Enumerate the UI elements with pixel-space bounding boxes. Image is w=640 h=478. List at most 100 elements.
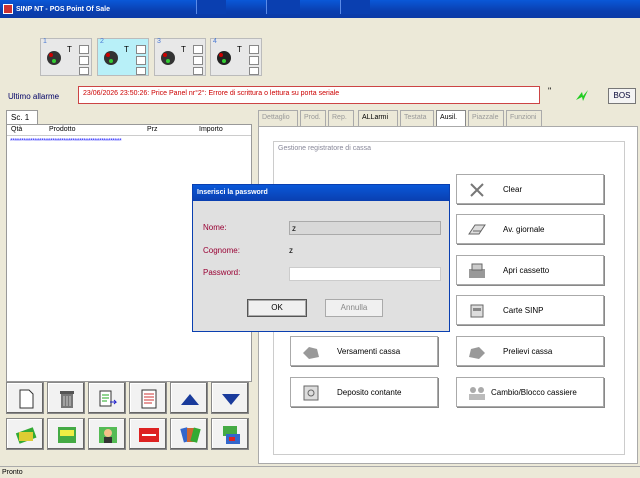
scroll-up-button[interactable] (170, 382, 208, 414)
versamenti-label: Versamenti cassa (337, 347, 401, 356)
cash-drawer-icon (469, 263, 485, 278)
panel-indicator (136, 56, 146, 65)
panel-number: 4 (213, 38, 217, 45)
deposito-label: Deposito contante (337, 388, 402, 397)
journal-icon (468, 224, 486, 235)
close-button[interactable] (340, 0, 370, 14)
av-giornale-label: Av. giornale (503, 225, 545, 234)
arrow-down-icon (222, 394, 240, 405)
tools-button[interactable] (211, 418, 249, 450)
password-input[interactable] (289, 267, 441, 281)
ok-button[interactable]: OK (247, 299, 307, 317)
panel-indicator (249, 56, 259, 65)
apri-cassetto-label: Apri cassetto (503, 266, 550, 275)
prelievi-label: Prelievi cassa (503, 347, 553, 356)
group-label: Gestione registratore di cassa (276, 145, 373, 152)
traffic-light-icon (47, 51, 61, 65)
panel-number: 2 (100, 38, 104, 45)
connection-bolt-icon (576, 90, 588, 101)
receipt-transfer-button[interactable] (88, 382, 126, 414)
tab-prod[interactable]: Prod. (300, 110, 326, 126)
traffic-light-icon (217, 51, 231, 65)
carte-sinp-label: Carte SINP (503, 306, 544, 315)
app-icon (3, 4, 13, 14)
safe-icon (303, 385, 319, 401)
tab-funzioni[interactable]: Funzioni (506, 110, 542, 126)
fuel-sale-button[interactable] (47, 418, 85, 450)
cognome-field: z (289, 246, 293, 255)
tools-icon (223, 426, 240, 444)
cambio-label: Cambio/Blocco cassiere (491, 388, 577, 397)
cancel-button[interactable]: Annulla (325, 299, 383, 317)
col-qty: Qtà (11, 126, 23, 133)
trash-icon (60, 391, 74, 408)
price-panel-4[interactable]: 4 T (210, 38, 262, 76)
main-client-area: 1 T 2 T 3 T 4 T Ultimo allarme 23/06/202… (0, 18, 640, 466)
clear-label: Clear (503, 185, 523, 194)
status-bar: Pronto (0, 466, 640, 478)
cambio-cassiere-button[interactable]: Cambio/Blocco cassiere (456, 377, 604, 407)
col-price: Prz (147, 126, 158, 133)
tab-ausil[interactable]: Ausil. (436, 110, 466, 126)
dialog-title: Inserisci la password (193, 185, 449, 201)
price-panel-1[interactable]: 1 T (40, 38, 92, 76)
traffic-light-icon (161, 51, 175, 65)
apri-cassetto-button[interactable]: Apri cassetto (456, 255, 604, 285)
price-panel-3[interactable]: 3 T (154, 38, 206, 76)
col-product: Prodotto (49, 126, 76, 133)
password-label: Password: (203, 268, 241, 277)
trash-button[interactable] (47, 382, 85, 414)
panel-t-label: T (124, 45, 129, 54)
nome-field: z (289, 221, 441, 235)
panel-t-label: T (237, 45, 242, 54)
panel-indicator (136, 45, 146, 54)
av-giornale-button[interactable]: Av. giornale (456, 214, 604, 244)
deposit-hand-icon (303, 347, 319, 359)
panel-indicator (193, 45, 203, 54)
tab-testata[interactable]: Testata (400, 110, 434, 126)
invoice-red-icon (139, 428, 159, 442)
person-icon (99, 427, 117, 443)
cognome-label: Cognome: (203, 246, 240, 255)
money-icon (15, 427, 37, 444)
prelievi-cassa-button[interactable]: Prelievi cassa (456, 336, 604, 366)
col-amount: Importo (199, 126, 223, 133)
fuel-ticket-icon (58, 427, 76, 443)
panel-indicator (79, 67, 89, 75)
card-reader-icon (470, 304, 484, 318)
tab-allarmi[interactable]: ALLarmi (358, 110, 398, 126)
arrow-up-icon (181, 394, 199, 405)
nome-label: Nome: (203, 223, 227, 232)
price-panel-2[interactable]: 2 T (97, 38, 149, 76)
minimize-button[interactable] (196, 0, 226, 14)
last-alarm-label: Ultimo allarme (8, 92, 60, 101)
panel-indicator (249, 67, 259, 75)
document-icon (19, 389, 34, 409)
maximize-button[interactable] (266, 0, 300, 14)
clear-x-icon (470, 183, 484, 197)
tab-dettaglio[interactable]: Dettaglio (258, 110, 298, 126)
panel-number: 1 (43, 38, 47, 45)
customer-button[interactable] (88, 418, 126, 450)
panel-indicator (249, 45, 259, 54)
tab-scontrino-1[interactable]: Sc. 1 (6, 110, 38, 124)
versamenti-cassa-button[interactable]: Versamenti cassa (290, 336, 438, 366)
receipt-list-button[interactable] (129, 382, 167, 414)
tab-piazzale[interactable]: Piazzale (468, 110, 504, 126)
cashier-swap-icon (469, 387, 485, 400)
receipt-arrow-icon (99, 390, 118, 407)
clear-button[interactable]: Clear (456, 174, 604, 204)
receipt-header: Qtà Prodotto Prz Importo (7, 125, 251, 136)
cards-icon (180, 427, 201, 443)
deposito-contante-button[interactable]: Deposito contante (290, 377, 438, 407)
payment-button[interactable] (6, 418, 44, 450)
scroll-down-button[interactable] (211, 382, 249, 414)
tab-rep[interactable]: Rep. (328, 110, 354, 126)
cards-button[interactable] (170, 418, 208, 450)
bos-button[interactable]: BOS (608, 88, 636, 104)
new-document-button[interactable] (6, 382, 44, 414)
carte-sinp-button[interactable]: Carte SINP (456, 295, 604, 325)
receipt-separator: ****************************************… (10, 138, 122, 145)
window-title: SINP NT - POS Point Of Sale (16, 5, 110, 13)
fattura-button[interactable] (129, 418, 167, 450)
